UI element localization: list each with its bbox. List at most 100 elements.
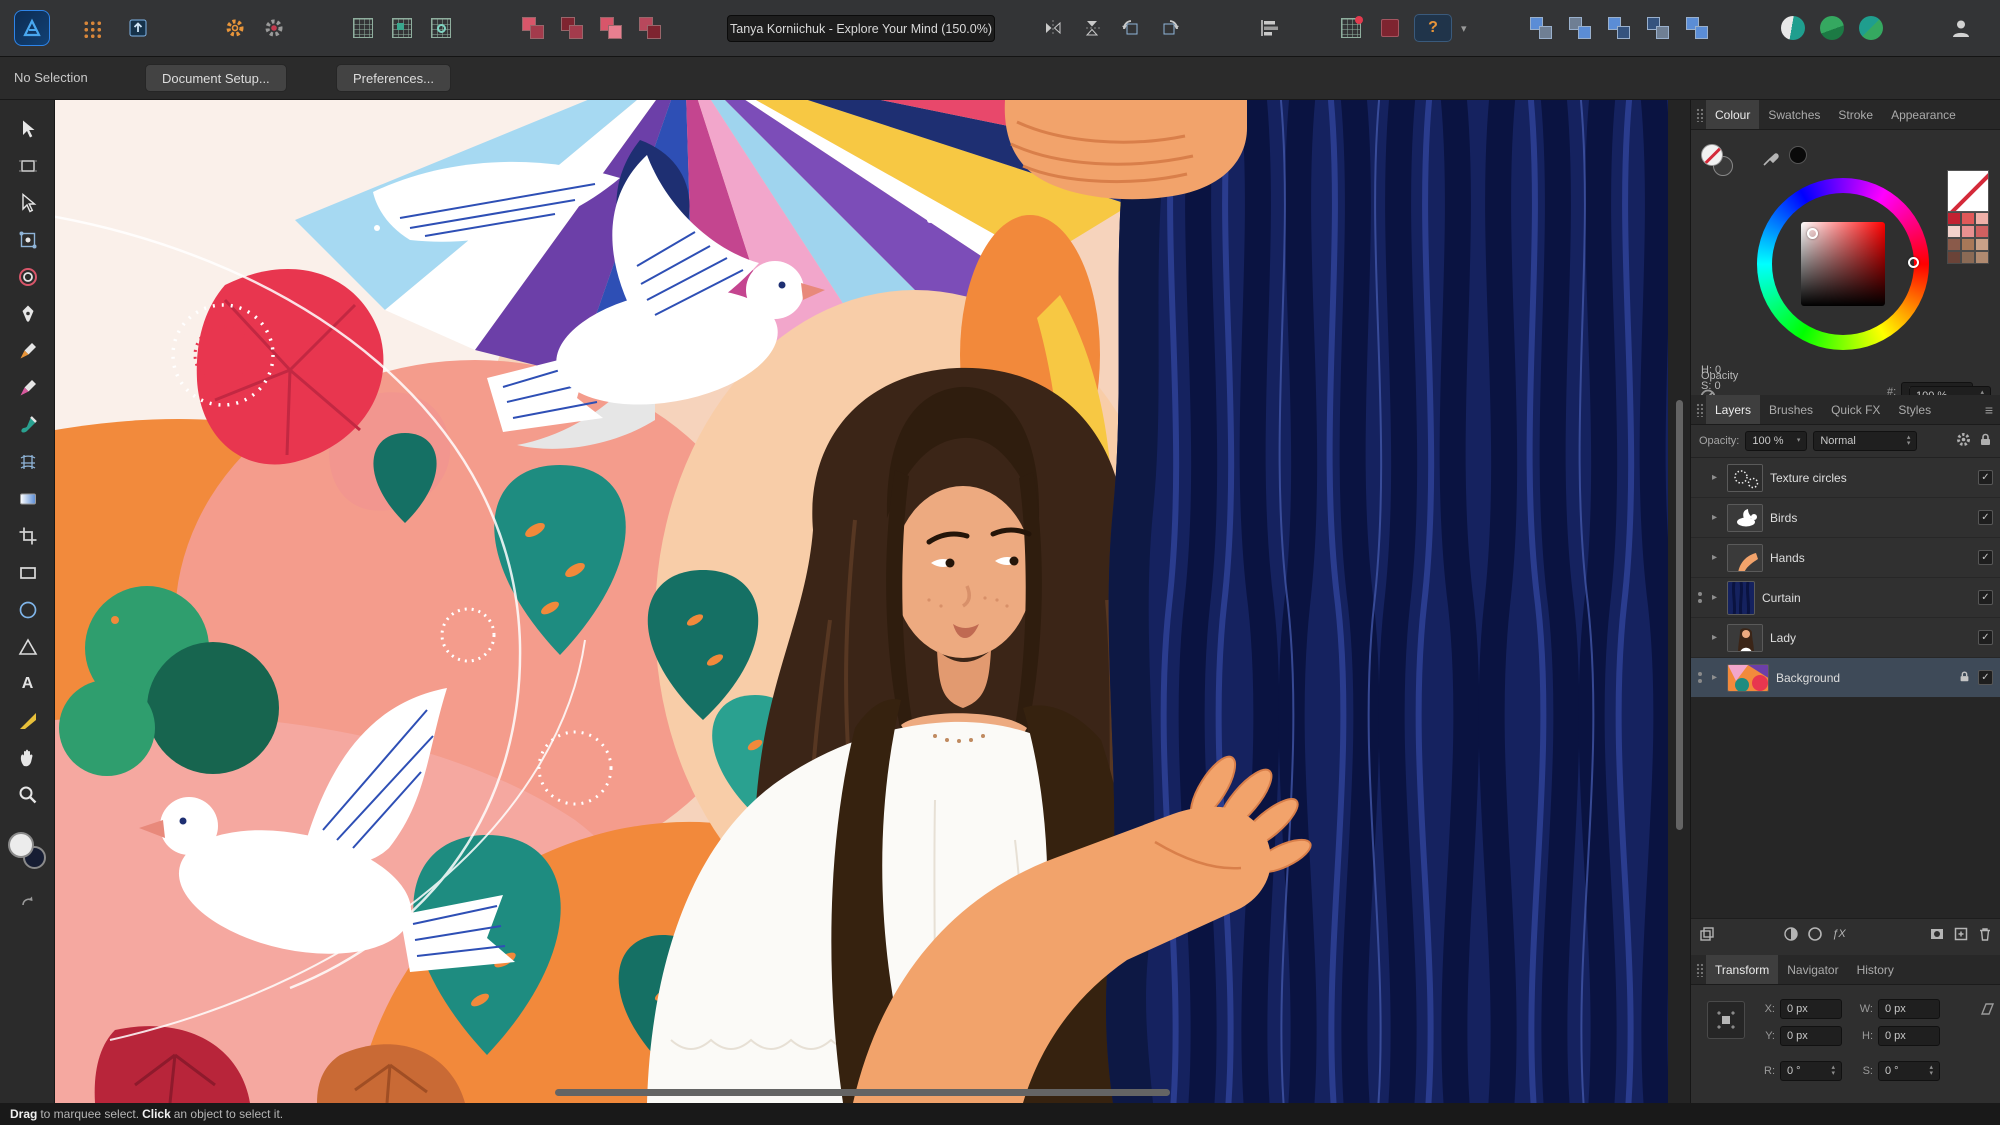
panel-drag-handle-icon[interactable] <box>1696 403 1703 417</box>
fill-stroke-wells[interactable] <box>1701 144 1741 184</box>
tint-swatch[interactable] <box>1947 225 1961 238</box>
boolean-add-icon[interactable] <box>518 13 548 43</box>
tab-styles[interactable]: Styles <box>1889 395 1940 424</box>
tint-swatch[interactable] <box>1961 251 1975 264</box>
show-grid-icon[interactable] <box>348 13 378 43</box>
colour-chip-icon-3[interactable] <box>1856 13 1886 43</box>
pixel-persona-icon[interactable] <box>76 13 106 43</box>
layers-opacity-field[interactable]: 100 % ▾ <box>1745 431 1807 451</box>
tab-swatches[interactable]: Swatches <box>1759 100 1829 129</box>
layer-row-curtain[interactable]: ▸ Curtain ✓ <box>1691 578 2000 618</box>
insert-inside-icon[interactable] <box>1604 13 1634 43</box>
layer-row-lady[interactable]: ▸ Lady ✓ <box>1691 618 2000 658</box>
anchor-selector[interactable] <box>1707 1001 1745 1039</box>
boolean-divide-icon[interactable] <box>635 13 665 43</box>
delete-layer-trash-icon[interactable] <box>1973 923 1997 945</box>
panel-menu-icon[interactable]: ≡ <box>1977 395 2000 424</box>
insert-on-top-icon[interactable] <box>1643 13 1673 43</box>
snapping-grid-icon[interactable] <box>1336 13 1366 43</box>
mask-layer-icon[interactable] <box>1925 923 1949 945</box>
tab-appearance[interactable]: Appearance <box>1882 100 1965 129</box>
shear-stepper[interactable]: ▴▾ <box>1925 1065 1933 1077</box>
ellipse-tool[interactable] <box>11 593 44 626</box>
shade-selector-dot[interactable] <box>1807 228 1818 239</box>
flip-vertical-icon[interactable] <box>1077 13 1107 43</box>
boolean-intersect-icon[interactable] <box>596 13 626 43</box>
w-field[interactable]: 0 px <box>1878 999 1940 1019</box>
layer-thumbnail[interactable] <box>1727 544 1763 572</box>
tint-swatch[interactable] <box>1975 238 1989 251</box>
layer-visibility-checkbox[interactable]: ✓ <box>1978 550 1993 565</box>
tint-swatch[interactable] <box>1961 212 1975 225</box>
text-tool[interactable]: A <box>11 667 44 700</box>
blend-mode-dropdown[interactable]: Normal ▴▾ <box>1813 431 1917 451</box>
alignment-icon[interactable] <box>1254 13 1284 43</box>
layer-visibility-checkbox[interactable]: ✓ <box>1978 470 1993 485</box>
layer-locked-icon[interactable] <box>1958 670 1971 686</box>
colour-selector-well[interactable] <box>6 830 52 876</box>
layer-row-hands[interactable]: ▸ Hands ✓ <box>1691 538 2000 578</box>
document-setup-button[interactable]: Document Setup... <box>145 64 287 92</box>
point-transform-tool[interactable] <box>11 223 44 256</box>
swap-colours-icon[interactable] <box>11 886 44 919</box>
layer-thumbnail[interactable] <box>1727 504 1763 532</box>
tab-transform[interactable]: Transform <box>1706 955 1778 984</box>
layer-thumbnail[interactable] <box>1727 624 1763 652</box>
tab-quick-fx[interactable]: Quick FX <box>1822 395 1889 424</box>
colour-chip-icon-1[interactable] <box>1778 13 1808 43</box>
tab-brushes[interactable]: Brushes <box>1760 395 1822 424</box>
affinity-designer-logo-icon[interactable] <box>14 10 50 46</box>
snap-to-grid-icon[interactable] <box>387 13 417 43</box>
layer-visibility-checkbox[interactable]: ✓ <box>1978 670 1993 685</box>
tab-layers[interactable]: Layers <box>1706 395 1760 424</box>
expand-chevron-icon[interactable]: ▸ <box>1712 512 1720 523</box>
fill-well[interactable] <box>1701 144 1723 166</box>
crop-tool[interactable] <box>11 519 44 552</box>
panel-drag-handle-icon[interactable] <box>1696 963 1703 977</box>
expand-chevron-icon[interactable]: ▸ <box>1712 632 1720 643</box>
artboard-tool[interactable] <box>11 149 44 182</box>
tint-swatch[interactable] <box>1947 251 1961 264</box>
rotate-cw-icon[interactable] <box>1155 13 1185 43</box>
tint-swatch[interactable] <box>1947 238 1961 251</box>
snapping-toggle-icon[interactable]: ? <box>1414 14 1452 42</box>
rotation-field[interactable]: 0 ° ▴▾ <box>1780 1061 1842 1081</box>
pen-tool[interactable] <box>11 297 44 330</box>
export-persona-icon[interactable] <box>123 13 153 43</box>
shear-field[interactable]: 0 ° ▴▾ <box>1878 1061 1940 1081</box>
expand-chevron-icon[interactable]: ▸ <box>1712 472 1720 483</box>
tab-colour[interactable]: Colour <box>1706 100 1759 129</box>
canvas-illustration[interactable] <box>55 100 1668 1103</box>
stroke-width-tool[interactable] <box>11 704 44 737</box>
replace-selection-icon[interactable] <box>1682 13 1712 43</box>
horizontal-scrollbar[interactable] <box>555 1089 1170 1096</box>
node-tool[interactable] <box>11 186 44 219</box>
view-hand-tool[interactable] <box>11 741 44 774</box>
layer-thumbnail[interactable] <box>1727 581 1755 615</box>
y-field[interactable]: 0 px <box>1780 1026 1842 1046</box>
canvas-area[interactable] <box>55 100 1690 1103</box>
panel-drag-handle-icon[interactable] <box>1696 108 1703 122</box>
tint-swatch[interactable] <box>1975 251 1989 264</box>
rotate-ccw-icon[interactable] <box>1116 13 1146 43</box>
adjustment-icon[interactable] <box>1779 923 1803 945</box>
expand-chevron-icon[interactable]: ▸ <box>1712 592 1720 603</box>
h-field[interactable]: 0 px <box>1878 1026 1940 1046</box>
layer-row-texture-circles[interactable]: ▸ Texture circles ✓ <box>1691 458 2000 498</box>
layer-visibility-checkbox[interactable]: ✓ <box>1978 630 1993 645</box>
vector-brush-tool[interactable] <box>11 371 44 404</box>
tint-swatch[interactable] <box>1961 225 1975 238</box>
tint-swatch[interactable] <box>1975 212 1989 225</box>
picked-colour-swatch[interactable] <box>1789 146 1807 164</box>
preferences-button[interactable]: Preferences... <box>336 64 451 92</box>
shear-icon[interactable] <box>1979 1001 1995 1020</box>
tab-history[interactable]: History <box>1848 955 1903 984</box>
layer-visibility-checkbox[interactable]: ✓ <box>1978 590 1993 605</box>
grid-axis-icon[interactable] <box>426 13 456 43</box>
duplicate-layer-icon[interactable] <box>1695 923 1719 945</box>
colour-chip-icon-2[interactable] <box>1817 13 1847 43</box>
layer-row-birds[interactable]: ▸ Birds ✓ <box>1691 498 2000 538</box>
vertical-scrollbar[interactable] <box>1676 400 1683 830</box>
tab-stroke[interactable]: Stroke <box>1829 100 1882 129</box>
x-field[interactable]: 0 px <box>1780 999 1842 1019</box>
